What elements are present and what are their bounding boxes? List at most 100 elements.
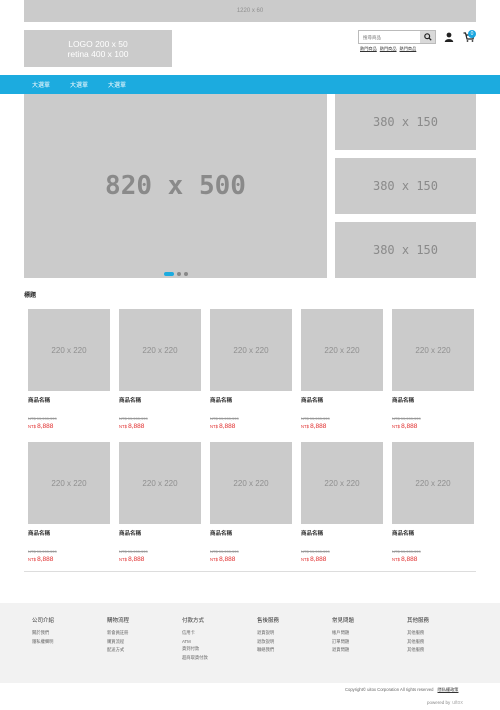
footer-link[interactable]: 隱私權聲明 bbox=[32, 639, 107, 645]
hot-link[interactable]: 熱門商品 bbox=[380, 46, 397, 52]
product-original-price: NT$ 99,999,999 bbox=[392, 416, 421, 421]
product-row: 220 x 220 商品名稱 NT$ 99,999,999 NT$ 8,888 220 … bbox=[28, 442, 474, 563]
footer-link[interactable]: 貨到付款 bbox=[182, 646, 257, 652]
price-value: 8,888 bbox=[219, 556, 236, 563]
user-icon[interactable] bbox=[444, 32, 454, 42]
footer-link[interactable]: 超商取貨付款 bbox=[182, 655, 257, 661]
product-image[interactable]: 220 x 220 bbox=[119, 309, 201, 391]
search-input[interactable] bbox=[359, 31, 420, 43]
product-original-price: NT$ 99,999,999 bbox=[119, 549, 148, 554]
price-value: 8,888 bbox=[128, 556, 145, 563]
product-name[interactable]: 商品名稱 bbox=[28, 529, 110, 537]
footer-column-title: 其他服務 bbox=[407, 618, 430, 624]
product-image[interactable]: 220 x 220 bbox=[28, 442, 110, 524]
product-card[interactable]: 220 x 220 商品名稱 NT$ 99,999,999 NT$ 8,888 bbox=[119, 309, 201, 430]
nav-item[interactable]: 大選單 bbox=[32, 80, 50, 89]
carousel-dot[interactable] bbox=[177, 272, 181, 276]
product-name[interactable]: 商品名稱 bbox=[119, 396, 201, 404]
footer-link[interactable]: 訂單問題 bbox=[332, 639, 407, 645]
nav-item[interactable]: 大選單 bbox=[70, 80, 88, 89]
footer-link[interactable]: 關於我們 bbox=[32, 630, 107, 636]
side-banner[interactable]: 380 x 150 bbox=[335, 222, 476, 278]
price-currency: NT$ bbox=[119, 557, 127, 562]
footer-link[interactable]: 其他服務 bbox=[407, 647, 482, 653]
side-banner[interactable]: 380 x 150 bbox=[335, 94, 476, 150]
product-price: NT$ 8,888 bbox=[28, 423, 110, 430]
product-name[interactable]: 商品名稱 bbox=[392, 529, 474, 537]
product-image[interactable]: 220 x 220 bbox=[210, 309, 292, 391]
product-name[interactable]: 商品名稱 bbox=[119, 529, 201, 537]
main-nav: 大選單 大選單 大選單 bbox=[0, 75, 500, 94]
product-image[interactable]: 220 x 220 bbox=[210, 442, 292, 524]
product-card[interactable]: 220 x 220 商品名稱 NT$ 99,999,999 NT$ 8,888 bbox=[119, 442, 201, 563]
product-name[interactable]: 商品名稱 bbox=[301, 396, 383, 404]
product-card[interactable]: 220 x 220 商品名稱 NT$ 99,999,999 NT$ 8,888 bbox=[392, 442, 474, 563]
nav-item[interactable]: 大選單 bbox=[108, 80, 126, 89]
footer-column: 其他服務 其他服務 其他服務 其他服務 bbox=[407, 603, 482, 683]
footer-link[interactable]: 其他服務 bbox=[407, 639, 482, 645]
product-price: NT$ 8,888 bbox=[392, 556, 474, 563]
product-name[interactable]: 商品名稱 bbox=[301, 529, 383, 537]
product-card[interactable]: 220 x 220 商品名稱 NT$ 99,999,999 NT$ 8,888 bbox=[301, 309, 383, 430]
footer-link[interactable]: 其他服務 bbox=[407, 630, 482, 636]
carousel-dot-active[interactable] bbox=[164, 272, 174, 276]
price-value: 8,888 bbox=[37, 556, 54, 563]
product-card[interactable]: 220 x 220 商品名稱 NT$ 99,999,999 NT$ 8,888 bbox=[301, 442, 383, 563]
price-value: 8,888 bbox=[310, 556, 327, 563]
footer-link[interactable]: 配送方式 bbox=[107, 647, 182, 653]
search-button[interactable] bbox=[420, 31, 435, 43]
price-currency: NT$ bbox=[28, 557, 36, 562]
top-banner-placeholder[interactable]: 1220 x 60 bbox=[24, 0, 476, 22]
logo-placeholder[interactable]: LOGO 200 x 50 retina 400 x 100 bbox=[24, 30, 172, 67]
price-currency: NT$ bbox=[28, 424, 36, 429]
product-name[interactable]: 商品名稱 bbox=[210, 396, 292, 404]
product-image-label: 220 x 220 bbox=[142, 345, 178, 355]
product-card[interactable]: 220 x 220 商品名稱 NT$ 99,999,999 NT$ 8,888 bbox=[210, 309, 292, 430]
hero-banner[interactable]: 820 x 500 bbox=[24, 94, 327, 278]
product-card[interactable]: 220 x 220 商品名稱 NT$ 99,999,999 NT$ 8,888 bbox=[28, 309, 110, 430]
product-image[interactable]: 220 x 220 bbox=[392, 309, 474, 391]
logo-line2: retina 400 x 100 bbox=[67, 48, 129, 59]
footer-column-title: 付款方式 bbox=[182, 618, 205, 624]
footer-link[interactable]: 退貨說明 bbox=[257, 630, 332, 636]
product-original-price: NT$ 99,999,999 bbox=[210, 416, 239, 421]
product-image-label: 220 x 220 bbox=[233, 345, 269, 355]
product-card[interactable]: 220 x 220 商品名稱 NT$ 99,999,999 NT$ 8,888 bbox=[210, 442, 292, 563]
footer-column-title: 常見問題 bbox=[332, 618, 355, 624]
product-name[interactable]: 商品名稱 bbox=[210, 529, 292, 537]
side-banner-label: 380 x 150 bbox=[372, 179, 439, 193]
price-currency: NT$ bbox=[301, 557, 309, 562]
product-card[interactable]: 220 x 220 商品名稱 NT$ 99,999,999 NT$ 8,888 bbox=[392, 309, 474, 430]
search-icon bbox=[423, 33, 432, 41]
footer-link[interactable]: 信用卡 bbox=[182, 630, 257, 636]
footer-link[interactable]: 新會員註冊 bbox=[107, 630, 182, 636]
product-name[interactable]: 商品名稱 bbox=[392, 396, 474, 404]
hot-link[interactable]: 熱門商品 bbox=[360, 46, 377, 52]
carousel-dot[interactable] bbox=[184, 272, 188, 276]
product-image[interactable]: 220 x 220 bbox=[392, 442, 474, 524]
privacy-link[interactable]: 隱私權政策 bbox=[438, 687, 459, 692]
footer-link[interactable]: 聯絡我們 bbox=[257, 647, 332, 653]
product-image[interactable]: 220 x 220 bbox=[301, 309, 383, 391]
uitox-logo[interactable]: uitox bbox=[452, 700, 463, 706]
powered-by: powered by uitox bbox=[427, 700, 463, 706]
footer-link[interactable]: ATM bbox=[182, 639, 257, 644]
footer-link[interactable]: 帳戶問題 bbox=[332, 630, 407, 636]
section-title: 標題 bbox=[24, 293, 37, 299]
product-image[interactable]: 220 x 220 bbox=[119, 442, 201, 524]
powered-by-label: powered by bbox=[427, 700, 451, 705]
price-currency: NT$ bbox=[392, 424, 400, 429]
product-grid: 220 x 220 商品名稱 NT$ 99,999,999 NT$ 8,888 220 … bbox=[28, 309, 474, 575]
product-name[interactable]: 商品名稱 bbox=[28, 396, 110, 404]
footer-link[interactable]: 退貨問題 bbox=[332, 647, 407, 653]
product-image[interactable]: 220 x 220 bbox=[301, 442, 383, 524]
footer-link[interactable]: 退款說明 bbox=[257, 639, 332, 645]
footer-link[interactable]: 購買流程 bbox=[107, 639, 182, 645]
price-currency: NT$ bbox=[301, 424, 309, 429]
side-banner[interactable]: 380 x 150 bbox=[335, 158, 476, 214]
hot-link[interactable]: 熱門商品 bbox=[400, 46, 417, 52]
side-banner-label: 380 x 150 bbox=[372, 115, 439, 129]
product-image[interactable]: 220 x 220 bbox=[28, 309, 110, 391]
product-card[interactable]: 220 x 220 商品名稱 NT$ 99,999,999 NT$ 8,888 bbox=[28, 442, 110, 563]
product-price: NT$ 8,888 bbox=[119, 423, 201, 430]
